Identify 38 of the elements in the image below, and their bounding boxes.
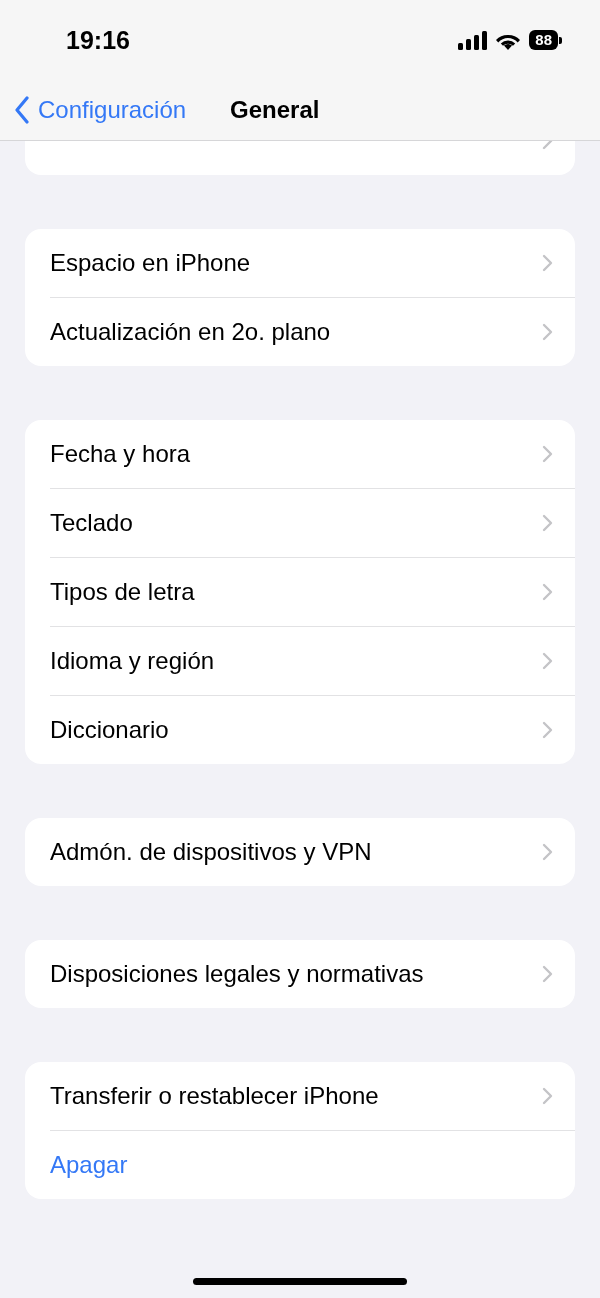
chevron-icon xyxy=(542,445,553,463)
row-label: Espacio en iPhone xyxy=(50,249,251,277)
action-row[interactable]: Apagar xyxy=(50,1130,575,1199)
chevron-icon xyxy=(542,254,553,272)
settings-row[interactable]: Teclado xyxy=(50,488,575,557)
row-label: Fecha y hora xyxy=(50,440,191,468)
chevron-icon xyxy=(542,1087,553,1105)
chevron-icon xyxy=(542,965,553,983)
settings-row[interactable]: Actualización en 2o. plano xyxy=(50,297,575,366)
chevron-icon xyxy=(542,652,553,670)
settings-row[interactable]: Espacio en iPhone xyxy=(50,229,575,297)
signal-icon xyxy=(458,30,488,50)
row-label: Diccionario xyxy=(50,716,169,744)
action-label: Apagar xyxy=(50,1151,128,1179)
row-label: Transferir o restablecer iPhone xyxy=(50,1082,379,1110)
settings-row[interactable]: Transferir o restablecer iPhone xyxy=(50,1062,575,1130)
chevron-icon xyxy=(542,323,553,341)
chevron-icon xyxy=(542,514,553,532)
chevron-icon xyxy=(542,843,553,861)
row-label: Disposiciones legales y normativas xyxy=(50,960,424,988)
row-label: Admón. de dispositivos y VPN xyxy=(50,838,372,866)
back-button[interactable]: Configuración xyxy=(14,96,187,124)
settings-row[interactable]: Idioma y región xyxy=(50,626,575,695)
row-label: Teclado xyxy=(50,509,133,537)
row-label: Tipos de letra xyxy=(50,578,195,606)
nav-title: General xyxy=(230,96,320,124)
row-label: Idioma y región xyxy=(50,647,215,675)
chevron-icon xyxy=(542,721,553,739)
settings-row[interactable]: Disposiciones legales y normativas xyxy=(50,940,575,1008)
settings-row[interactable]: Admón. de dispositivos y VPN xyxy=(50,818,575,886)
back-chevron-icon xyxy=(14,96,30,124)
status-time: 19:16 xyxy=(66,25,130,55)
battery-level: 88 xyxy=(529,30,558,50)
row-label: Actualización en 2o. plano xyxy=(50,318,331,346)
settings-row[interactable]: Tipos de letra xyxy=(50,557,575,626)
settings-row[interactable]: Fecha y hora xyxy=(50,420,575,488)
settings-row[interactable]: Diccionario xyxy=(50,695,575,764)
chevron-icon xyxy=(542,583,553,601)
